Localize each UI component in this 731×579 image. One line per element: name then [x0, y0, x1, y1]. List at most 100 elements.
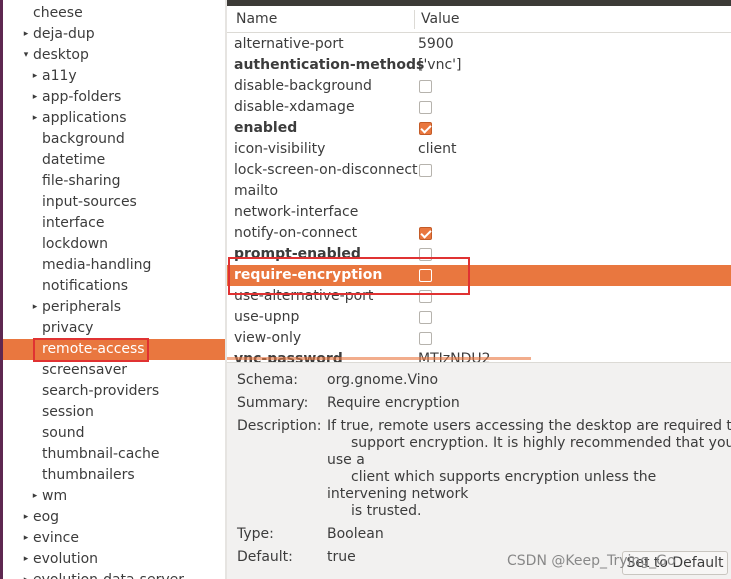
key-row-disable-background[interactable]: disable-background: [227, 76, 731, 97]
key-value[interactable]: 5900: [418, 34, 454, 55]
tree-item-label: datetime: [42, 152, 106, 168]
tree-item-peripherals[interactable]: ▸ peripherals: [3, 297, 225, 318]
key-name: alternative-port: [234, 36, 344, 52]
tree-item-search-providers[interactable]: search-providers: [3, 381, 225, 402]
tree-item-session[interactable]: session: [3, 402, 225, 423]
expander-collapsed-icon[interactable]: ▸: [30, 66, 40, 87]
tree-item-label: peripherals: [42, 299, 122, 315]
expander-collapsed-icon[interactable]: ▸: [21, 24, 31, 45]
tree-item-a11y[interactable]: ▸ a11y: [3, 66, 225, 87]
scroll-indicator[interactable]: [227, 357, 531, 360]
tree-item-label: thumbnailers: [42, 467, 135, 483]
tree-item-sound[interactable]: sound: [3, 423, 225, 444]
key-value[interactable]: ['vnc']: [418, 55, 461, 76]
tree-item-label: file-sharing: [42, 173, 121, 189]
tree-item-lockdown[interactable]: lockdown: [3, 234, 225, 255]
tree-item-label: privacy: [42, 320, 94, 336]
expander-collapsed-icon[interactable]: ▸: [30, 297, 40, 318]
schema-tree[interactable]: cheese ▸ deja-dup ▾ desktop ▸ a11y ▸ app-folders…: [3, 0, 225, 579]
value-column-header[interactable]: Value: [421, 6, 459, 33]
key-value[interactable]: client: [418, 139, 456, 160]
expander-collapsed-icon[interactable]: ▸: [21, 570, 31, 579]
key-row-disable-xdamage[interactable]: disable-xdamage: [227, 97, 731, 118]
key-name: lock-screen-on-disconnect: [234, 162, 418, 178]
tree-item-label: session: [42, 404, 94, 420]
expander-collapsed-icon[interactable]: ▸: [21, 549, 31, 570]
tree-item-interface[interactable]: interface: [3, 213, 225, 234]
tree-item-label: eog: [33, 509, 60, 525]
name-column-header[interactable]: Name: [236, 6, 277, 33]
expander-collapsed-icon[interactable]: ▸: [30, 87, 40, 108]
csdn-watermark: CSDN @Keep_Trying_Go: [507, 553, 676, 569]
tree-item-screensaver[interactable]: screensaver: [3, 360, 225, 381]
key-row-network-interface[interactable]: network-interface: [227, 202, 731, 223]
key-name: disable-background: [234, 78, 372, 94]
key-name: network-interface: [234, 204, 359, 220]
tree-item-background[interactable]: background: [3, 129, 225, 150]
key-row-view-only[interactable]: view-only: [227, 328, 731, 349]
key-name: mailto: [234, 183, 279, 199]
checkbox-unchecked[interactable]: [419, 332, 432, 345]
tree-item-label: cheese: [33, 5, 83, 21]
tree-item-evolution-data-server[interactable]: ▸evolution-data-server: [3, 570, 225, 579]
schema-label: Schema:: [237, 372, 299, 388]
key-name: authentication-methods: [234, 57, 425, 73]
column-separator[interactable]: [414, 10, 415, 29]
tree-item-thumbnail-cache[interactable]: thumbnail-cache: [3, 444, 225, 465]
tree-item-datetime[interactable]: datetime: [3, 150, 225, 171]
tree-item-deja-dup[interactable]: ▸ deja-dup: [3, 24, 225, 45]
tree-item-label: wm: [42, 488, 68, 504]
checkbox-unchecked[interactable]: [419, 101, 432, 114]
tree-item-label: desktop: [33, 47, 89, 63]
tree-item-media-handling[interactable]: media-handling: [3, 255, 225, 276]
expander-collapsed-icon[interactable]: ▸: [21, 528, 31, 549]
key-row-use-upnp[interactable]: use-upnp: [227, 307, 731, 328]
tree-item-applications[interactable]: ▸ applications: [3, 108, 225, 129]
description-label: Description:: [237, 418, 322, 434]
tree-item-thumbnailers[interactable]: thumbnailers: [3, 465, 225, 486]
expander-collapsed-icon[interactable]: ▸: [30, 108, 40, 129]
tree-item-eog[interactable]: ▸ eog: [3, 507, 225, 528]
key-name: enabled: [234, 120, 298, 136]
tree-item-desktop[interactable]: ▾ desktop: [3, 45, 225, 66]
schema-value: org.gnome.Vino: [327, 372, 439, 388]
key-row-enabled[interactable]: enabled: [227, 118, 731, 139]
tree-item-label: lockdown: [42, 236, 109, 252]
tree-item-wm[interactable]: ▸ wm: [3, 486, 225, 507]
key-row-authentication-methods[interactable]: authentication-methods ['vnc']: [227, 55, 731, 76]
key-row-vnc-password[interactable]: vnc-password MTIzNDU2: [227, 349, 731, 362]
default-value: true: [327, 549, 356, 565]
expander-expanded-icon[interactable]: ▾: [21, 45, 31, 66]
description-line: client which supports encryption unless …: [351, 469, 657, 485]
checkbox-unchecked[interactable]: [419, 311, 432, 324]
expander-collapsed-icon[interactable]: ▸: [30, 486, 40, 507]
key-row-mailto[interactable]: mailto: [227, 181, 731, 202]
key-row-notify-on-connect[interactable]: notify-on-connect: [227, 223, 731, 244]
tree-item-label: sound: [42, 425, 85, 441]
tree-item-label: notifications: [42, 278, 129, 294]
checkbox-unchecked[interactable]: [419, 164, 432, 177]
checkbox-checked[interactable]: [419, 122, 432, 135]
key-value[interactable]: MTIzNDU2: [418, 349, 491, 362]
checkbox-unchecked[interactable]: [419, 80, 432, 93]
tree-item-label: applications: [42, 110, 127, 126]
table-header: Name Value: [227, 6, 731, 33]
key-row-lock-screen-on-disconnect[interactable]: lock-screen-on-disconnect: [227, 160, 731, 181]
tree-item-notifications[interactable]: notifications: [3, 276, 225, 297]
tree-item-evolution[interactable]: ▸ evolution: [3, 549, 225, 570]
tree-item-app-folders[interactable]: ▸ app-folders: [3, 87, 225, 108]
tree-item-evince[interactable]: ▸ evince: [3, 528, 225, 549]
expander-collapsed-icon[interactable]: ▸: [21, 507, 31, 528]
key-name: notify-on-connect: [234, 225, 358, 241]
description-line: intervening network: [327, 486, 469, 502]
tree-item-file-sharing[interactable]: file-sharing: [3, 171, 225, 192]
key-row-alternative-port[interactable]: alternative-port 5900: [227, 34, 731, 55]
tree-item-input-sources[interactable]: input-sources: [3, 192, 225, 213]
tree-item-cheese[interactable]: cheese: [3, 3, 225, 24]
type-value: Boolean: [327, 526, 384, 542]
tree-item-privacy[interactable]: privacy: [3, 318, 225, 339]
key-details-panel: Schema: org.gnome.Vino Summary: Require …: [227, 362, 731, 579]
tree-item-label: a11y: [42, 68, 77, 84]
key-row-icon-visibility[interactable]: icon-visibility client: [227, 139, 731, 160]
checkbox-checked[interactable]: [419, 227, 432, 240]
